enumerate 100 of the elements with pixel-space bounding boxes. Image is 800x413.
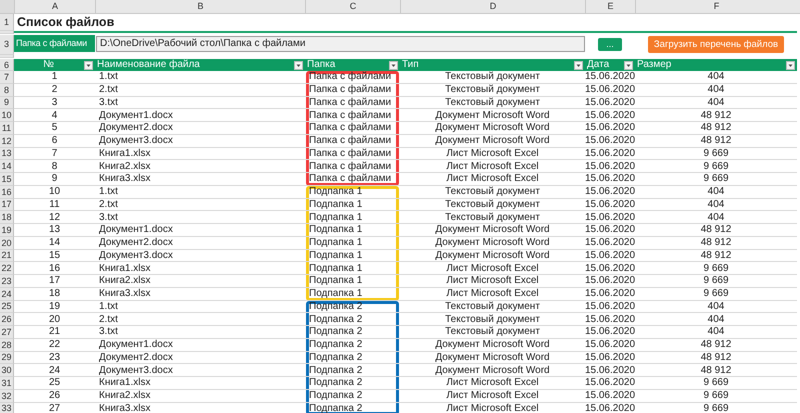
table-cell: 48 912: [700, 339, 732, 350]
table-cell: 9 669: [703, 262, 729, 274]
row-header[interactable]: 24: [0, 288, 14, 300]
row-header[interactable]: 22: [0, 262, 14, 275]
table-cell: 27: [48, 402, 60, 413]
table-cell: 19: [48, 300, 60, 312]
table-cell: Книга2.xlsx: [99, 390, 150, 402]
table-cell: Текстовый документ: [445, 314, 540, 325]
table-cell: 2.txt: [99, 198, 118, 210]
table-cell: 15: [48, 250, 60, 261]
table-cell: 404: [708, 314, 724, 325]
table-cell: Подпапка 2: [309, 377, 362, 388]
row-header[interactable]: 1: [0, 14, 14, 31]
row-header[interactable]: 30: [0, 364, 14, 377]
filter-dropdown-icon[interactable]: [84, 60, 93, 70]
table-cell: Текстовый документ: [445, 300, 540, 312]
row-header[interactable]: 6: [0, 59, 14, 71]
table-cell: 9 669: [703, 390, 729, 402]
table-cell: 15.06.2020: [584, 110, 636, 121]
row-header[interactable]: 13: [0, 148, 14, 160]
table-cell: 15.06.2020: [584, 326, 636, 338]
table-cell: 15.06.2020: [584, 84, 636, 96]
row-header[interactable]: 3: [0, 35, 14, 53]
browse-button[interactable]: ...: [598, 38, 622, 50]
row-header[interactable]: 31: [0, 377, 14, 390]
table-cell: Книга2.xlsx: [99, 160, 150, 172]
row-header[interactable]: 10: [0, 109, 14, 122]
table-cell: Подпапка 1: [309, 288, 362, 300]
table-cell: 3.txt: [99, 96, 118, 108]
table-cell: Документ Microsoft Word: [435, 352, 550, 363]
row-header[interactable]: 16: [0, 186, 14, 198]
table-cell: 48 912: [700, 364, 732, 376]
table-cell: 9 669: [703, 160, 729, 172]
column-header[interactable]: C: [305, 0, 400, 13]
table-cell: Документ1.docx: [99, 110, 173, 121]
row-header[interactable]: 28: [0, 338, 14, 352]
table-cell: 3.txt: [99, 212, 118, 223]
row-header[interactable]: 19: [0, 224, 14, 237]
row-header[interactable]: 26: [0, 313, 14, 326]
table-cell: 15.06.2020: [584, 186, 636, 198]
filter-dropdown-icon[interactable]: [389, 60, 398, 70]
filter-dropdown-icon[interactable]: [294, 60, 303, 70]
row-header[interactable]: 17: [0, 198, 14, 212]
path-field[interactable]: D:\OneDrive\Рабочий стол\Папка с файлами: [96, 36, 585, 52]
table-cell: 48 912: [700, 224, 732, 236]
row-header[interactable]: 7: [0, 71, 14, 84]
column-header[interactable]: B: [95, 0, 305, 13]
table-cell: 6: [52, 135, 58, 146]
column-header[interactable]: F: [635, 0, 797, 13]
row-header[interactable]: 12: [0, 134, 14, 148]
table-cell: 5: [52, 122, 58, 134]
table-cell: 17: [48, 275, 60, 286]
table-cell: Документ2.docx: [99, 352, 173, 363]
table-cell: Документ Microsoft Word: [435, 250, 550, 261]
table-cell: 3: [52, 96, 58, 108]
filter-dropdown-icon[interactable]: [786, 60, 795, 70]
table-cell: 15.06.2020: [584, 173, 636, 184]
table-cell: 3.txt: [99, 326, 118, 338]
row-header[interactable]: 21: [0, 250, 14, 262]
row-header[interactable]: 20: [0, 236, 14, 250]
table-cell: 9 669: [703, 402, 729, 413]
table-cell: Книга2.xlsx: [99, 275, 150, 286]
table-cell: Документ Microsoft Word: [435, 237, 550, 248]
table-cell: 404: [708, 326, 724, 338]
table-cell: 15.06.2020: [584, 135, 636, 146]
row-header[interactable]: 29: [0, 352, 14, 364]
filter-dropdown-icon[interactable]: [624, 60, 633, 70]
column-header[interactable]: A: [14, 0, 95, 13]
table-cell: 21: [48, 326, 60, 338]
row-header[interactable]: 11: [0, 122, 14, 135]
table-cell: 404: [708, 198, 724, 210]
row-header[interactable]: 33: [0, 402, 14, 413]
row-header[interactable]: 25: [0, 300, 14, 314]
row-header[interactable]: 23: [0, 275, 14, 288]
row-header[interactable]: 14: [0, 160, 14, 173]
filter-dropdown-icon[interactable]: [574, 60, 583, 70]
table-cell: 15.06.2020: [584, 160, 636, 172]
table-cell: Текстовый документ: [445, 84, 540, 96]
row-header[interactable]: 18: [0, 211, 14, 224]
row-header[interactable]: 9: [0, 96, 14, 110]
table-cell: Документ2.docx: [99, 122, 173, 134]
table-cell: Текстовый документ: [445, 326, 540, 338]
table-cell: 8: [52, 160, 58, 172]
row-header[interactable]: 15: [0, 173, 14, 186]
row-header[interactable]: 27: [0, 326, 14, 339]
table-cell: 15.06.2020: [584, 212, 636, 223]
row-header[interactable]: 32: [0, 390, 14, 402]
column-header[interactable]: E: [585, 0, 635, 13]
table-cell: 404: [708, 71, 724, 82]
row-header[interactable]: 8: [0, 84, 14, 96]
table-cell: 9 669: [703, 148, 729, 159]
column-header[interactable]: D: [400, 0, 585, 13]
table-cell: 404: [708, 212, 724, 223]
table-cell: 404: [708, 300, 724, 312]
table-cell: 2: [52, 84, 58, 96]
table-cell: Папка с файлами: [309, 71, 392, 82]
table-cell: Текстовый документ: [445, 212, 540, 223]
table-cell: Подпапка 1: [309, 212, 362, 223]
table-cell: 404: [708, 96, 724, 108]
table-cell: 24: [48, 364, 60, 376]
